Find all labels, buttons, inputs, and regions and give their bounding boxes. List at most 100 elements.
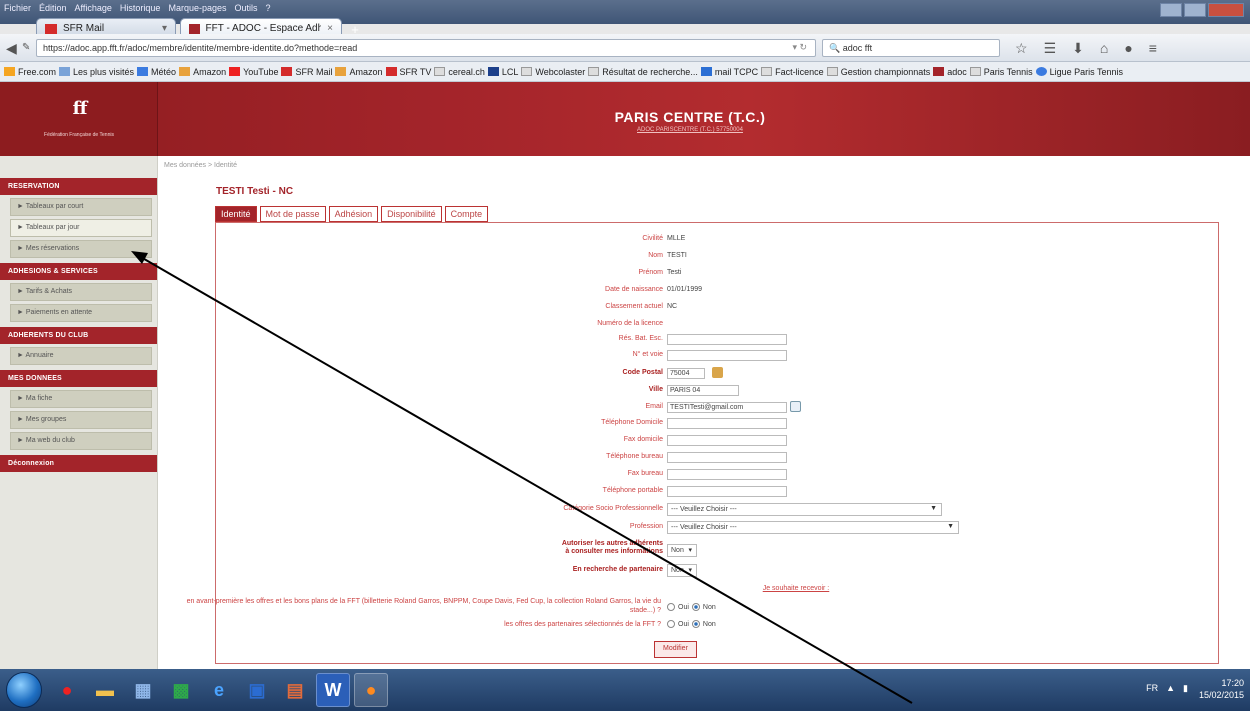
bookmark-item[interactable]: Gestion championnats (826, 67, 930, 77)
tab-identite[interactable]: Identité (215, 206, 257, 222)
bookmark-item[interactable]: mail TCPC (700, 67, 758, 77)
word-icon[interactable]: W (316, 673, 350, 707)
bookmark-item[interactable]: Free.com (4, 67, 56, 77)
form-row-csp: Catégorie Socio Professionnelle --- Veuil… (216, 503, 1220, 517)
bookmark-icon (335, 67, 347, 76)
bookmark-item[interactable]: SFR TV (385, 67, 431, 77)
cp-input[interactable]: 75004 (667, 368, 705, 379)
bookmarks-icon[interactable]: ☰ (1044, 40, 1057, 57)
bookmark-item[interactable]: Amazon (335, 67, 383, 77)
bookmark-item[interactable]: SFR Mail (281, 67, 332, 77)
bookmark-icon (761, 67, 773, 76)
email-edit-icon[interactable] (790, 401, 801, 412)
tel-bur-input[interactable] (667, 452, 787, 463)
bullet-icon: ► (17, 395, 26, 402)
offres-fft-non-radio[interactable] (691, 603, 700, 611)
offres-fft-oui-radio[interactable] (667, 603, 675, 611)
back-icon[interactable]: ◀ (6, 40, 17, 57)
bookmark-item[interactable]: Résultat de recherche... (588, 67, 698, 77)
bookmark-icon (229, 67, 241, 76)
ville-input[interactable]: PARIS 04 (667, 385, 739, 396)
close-tab-icon[interactable]: × (327, 23, 333, 34)
addon-icon[interactable]: ● (1124, 40, 1132, 57)
reload-icon[interactable]: ▾ ↻ (792, 42, 807, 53)
home-icon[interactable]: ⌂ (1100, 40, 1108, 57)
bookmark-item[interactable]: Webcolaster (521, 67, 585, 77)
sidebar-item-paiements-attente[interactable]: ► Paiements en attente (10, 304, 152, 322)
bookmark-item[interactable]: Les plus visités (59, 67, 134, 77)
app-icon[interactable]: ▣ (240, 673, 274, 707)
tab-compte[interactable]: Compte (444, 206, 489, 222)
club-name: PARIS CENTRE (T.C.) (614, 109, 766, 125)
sidebar-item-ma-fiche[interactable]: ► Ma fiche (10, 390, 152, 408)
add-bookmark-icon[interactable]: ☆ (1015, 40, 1028, 57)
bookmark-item[interactable]: adoc (933, 67, 967, 77)
fax-dom-input[interactable] (667, 435, 787, 446)
bookmark-icon (969, 67, 981, 76)
bookmark-item[interactable]: YouTube (229, 67, 278, 77)
sidebar-item-web-club[interactable]: ► Ma web du club (10, 432, 152, 450)
download-icon[interactable]: ⬇ (1072, 40, 1084, 57)
tab-adhesion[interactable]: Adhésion (328, 206, 379, 222)
voie-input[interactable] (667, 350, 787, 361)
network-icon[interactable]: ▮ (1183, 683, 1188, 694)
fax-bur-input[interactable] (667, 469, 787, 480)
email-label: Email (645, 403, 663, 410)
bookmark-item[interactable]: LCL (487, 67, 518, 77)
search-value: adoc fft (842, 43, 873, 53)
recherche-select[interactable]: Non ▾ (667, 564, 697, 577)
sidebar-section-reservation: RESERVATION (0, 178, 157, 195)
sidebar-item-tableaux-par-jour[interactable]: ► Tableaux par jour (10, 219, 152, 237)
tel-port-input[interactable] (667, 486, 787, 497)
app-icon[interactable]: ● (50, 673, 84, 707)
sidebar-item-annuaire[interactable]: ► Annuaire (10, 347, 152, 365)
bookmark-icon (1035, 67, 1047, 76)
firefox-icon[interactable]: ● (354, 673, 388, 707)
lookup-icon[interactable] (712, 367, 723, 378)
bullet-icon: ► (17, 245, 26, 252)
profession-select[interactable]: --- Veuillez Choisir --- ▼ (667, 521, 959, 534)
recevoir-link[interactable]: Je souhaite recevoir : (596, 585, 996, 592)
sidebar-item-deconnexion[interactable]: Déconnexion (0, 455, 157, 472)
tab-disponibilite[interactable]: Disponibilité (381, 206, 442, 222)
bookmark-item[interactable]: Météo (137, 67, 176, 77)
fft-logo[interactable]: ff Fédération Française de Tennis (0, 82, 158, 156)
url-bar[interactable]: https://adoc.app.fft.fr/adoc/membre/iden… (36, 39, 816, 57)
sidebar-item-tarifs-achats[interactable]: ► Tarifs & Achats (10, 283, 152, 301)
form-row-classement: Classement actuel NC (216, 301, 1220, 315)
csp-select[interactable]: --- Veuillez Choisir --- ▼ (667, 503, 942, 516)
bookmark-icon (137, 67, 149, 76)
offres-partenaires-oui-radio[interactable] (667, 620, 675, 628)
autoriser-select[interactable]: Non ▾ (667, 544, 697, 557)
modifier-button[interactable]: Modifier (654, 641, 697, 658)
bookmark-item[interactable]: Paris Tennis (969, 67, 1033, 77)
sidebar-item-tableaux-par-court[interactable]: ► Tableaux par court (10, 198, 152, 216)
form-row-ville: Ville PARIS 04 (216, 384, 1220, 398)
tray-arrow-icon[interactable]: ▲ (1166, 683, 1175, 694)
email-input[interactable]: TESTITesti@gmail.com (667, 402, 787, 413)
offres-partenaires-non-radio[interactable] (691, 620, 700, 628)
res-label: Rés. Bat. Esc. (618, 335, 663, 342)
menu-icon[interactable]: ≡ (1149, 40, 1157, 57)
club-subtitle-link[interactable]: ADOC PARISCENTRE (T.C.) 57750004 (540, 127, 840, 133)
folder-icon[interactable]: ▬ (88, 673, 122, 707)
bookmark-item[interactable]: Fact-licence (761, 67, 824, 77)
tab-mot-de-passe[interactable]: Mot de passe (259, 206, 326, 222)
clock[interactable]: 17:20 15/02/2015 (1199, 677, 1244, 701)
start-button[interactable] (6, 672, 42, 708)
bookmark-item[interactable]: Amazon (179, 67, 226, 77)
language-indicator[interactable]: FR (1146, 683, 1158, 694)
excel-icon[interactable]: ▩ (164, 673, 198, 707)
res-input[interactable] (667, 334, 787, 345)
sidebar-item-mes-groupes[interactable]: ► Mes groupes (10, 411, 152, 429)
tel-dom-input[interactable] (667, 418, 787, 429)
page-identity-icon[interactable]: ✎ (22, 42, 30, 53)
chevron-down-icon[interactable]: ▾ (162, 23, 167, 34)
bookmark-item[interactable]: Ligue Paris Tennis (1035, 67, 1123, 77)
ie-icon[interactable]: e (202, 673, 236, 707)
sidebar-item-mes-reservations[interactable]: ► Mes réservations (10, 240, 152, 258)
search-input[interactable]: 🔍 adoc fft (822, 39, 1000, 57)
app-icon[interactable]: ▤ (278, 673, 312, 707)
app-icon[interactable]: ▦ (126, 673, 160, 707)
bookmark-item[interactable]: cereal.ch (434, 67, 485, 77)
